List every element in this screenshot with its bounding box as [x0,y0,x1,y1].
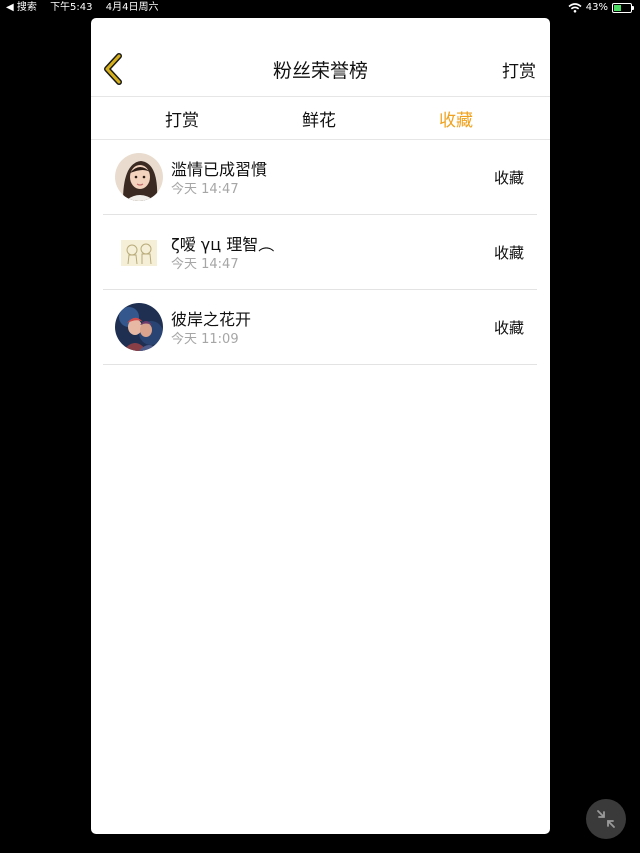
tab-favorites[interactable]: 收藏 [439,106,473,131]
user-name: ζ嗳 γц 理智︵ [171,235,275,254]
list-item[interactable]: 滥情已成習慣 今天 14:47 收藏 [103,140,537,215]
status-date: 4月4日周六 [105,2,159,13]
favorite-label: 收藏 [493,319,524,337]
reward-button[interactable]: 打赏 [502,57,536,82]
user-name: 彼岸之花开 [171,310,252,329]
sketch-avatar [115,228,163,276]
tab-flowers[interactable]: 鲜花 [302,106,336,131]
fan-honor-panel: 粉丝荣誉榜 打赏 打赏 鲜花 收藏 滥情已成習慣 今天 14:47 收藏 ζ嗳 … [91,18,550,834]
panel-header: 粉丝荣誉榜 打赏 [91,18,550,97]
battery-icon [612,3,634,13]
avatar [115,228,163,276]
character-avatar [115,303,163,351]
timestamp: 今天 14:47 [171,182,239,197]
list-item[interactable]: ζ嗳 γц 理智︵ 今天 14:47 收藏 [103,215,537,290]
list-item[interactable]: 彼岸之花开 今天 11:09 收藏 [103,290,537,365]
collapse-arrows-icon [597,810,615,828]
status-left: ◀ 搜索 下午5:43 4月4日周六 [6,0,168,16]
status-time: 下午5:43 [50,2,93,13]
status-right: 43% [568,0,634,16]
collapse-button[interactable] [586,799,626,839]
page-title: 粉丝荣誉榜 [272,60,368,82]
back-to-app-link[interactable]: ◀ 搜索 [6,2,37,13]
avatar [115,303,163,351]
user-photo-avatar [115,153,163,201]
user-name: 滥情已成習慣 [171,160,268,179]
tab-reward[interactable]: 打赏 [165,106,199,131]
tab-bar: 打赏 鲜花 收藏 [91,96,550,140]
timestamp: 今天 11:09 [171,332,239,347]
favorites-list: 滥情已成習慣 今天 14:47 收藏 ζ嗳 γц 理智︵ 今天 14:47 收藏 [103,140,537,365]
wifi-icon [568,3,582,13]
avatar [115,153,163,201]
timestamp: 今天 14:47 [171,257,239,272]
favorite-label: 收藏 [493,244,524,262]
favorite-label: 收藏 [493,169,524,187]
status-bar: ◀ 搜索 下午5:43 4月4日周六 43% [0,0,640,16]
battery-percent: 43% [585,2,608,13]
